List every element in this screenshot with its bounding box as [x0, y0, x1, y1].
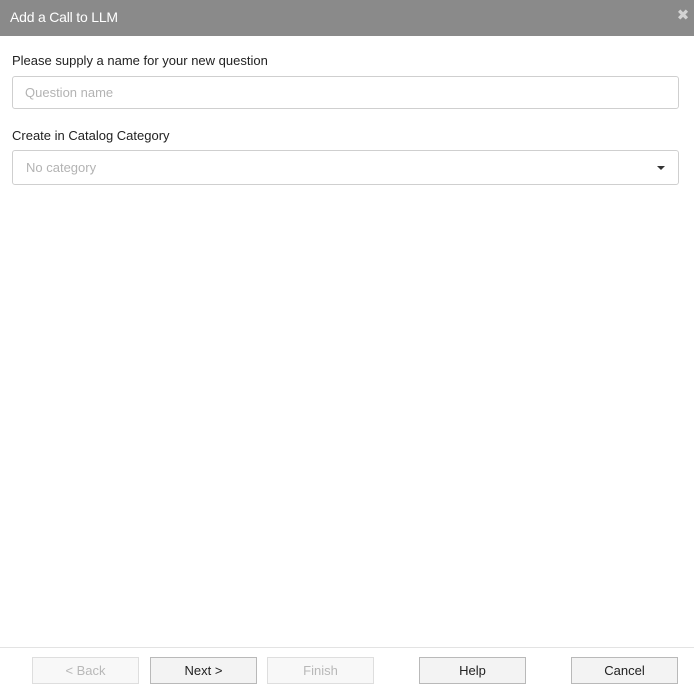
catalog-category-select[interactable]: No category: [12, 150, 679, 185]
dialog-titlebar: Add a Call to LLM ✖: [0, 0, 694, 36]
close-icon[interactable]: ✖: [676, 8, 690, 24]
caret-down-icon: [657, 166, 665, 170]
category-selected-value: No category: [26, 160, 97, 175]
add-call-dialog: Add a Call to LLM ✖ Please supply a name…: [0, 0, 694, 694]
back-button[interactable]: < Back: [32, 657, 139, 684]
finish-button[interactable]: Finish: [267, 657, 374, 684]
dialog-title: Add a Call to LLM: [10, 9, 118, 25]
dialog-footer: < Back Next > Finish Help Cancel: [0, 647, 694, 694]
help-button[interactable]: Help: [419, 657, 526, 684]
next-button[interactable]: Next >: [150, 657, 257, 684]
question-name-input[interactable]: [12, 76, 679, 109]
cancel-button[interactable]: Cancel: [571, 657, 678, 684]
catalog-category-label: Create in Catalog Category: [12, 128, 170, 143]
question-name-label: Please supply a name for your new questi…: [12, 53, 268, 68]
